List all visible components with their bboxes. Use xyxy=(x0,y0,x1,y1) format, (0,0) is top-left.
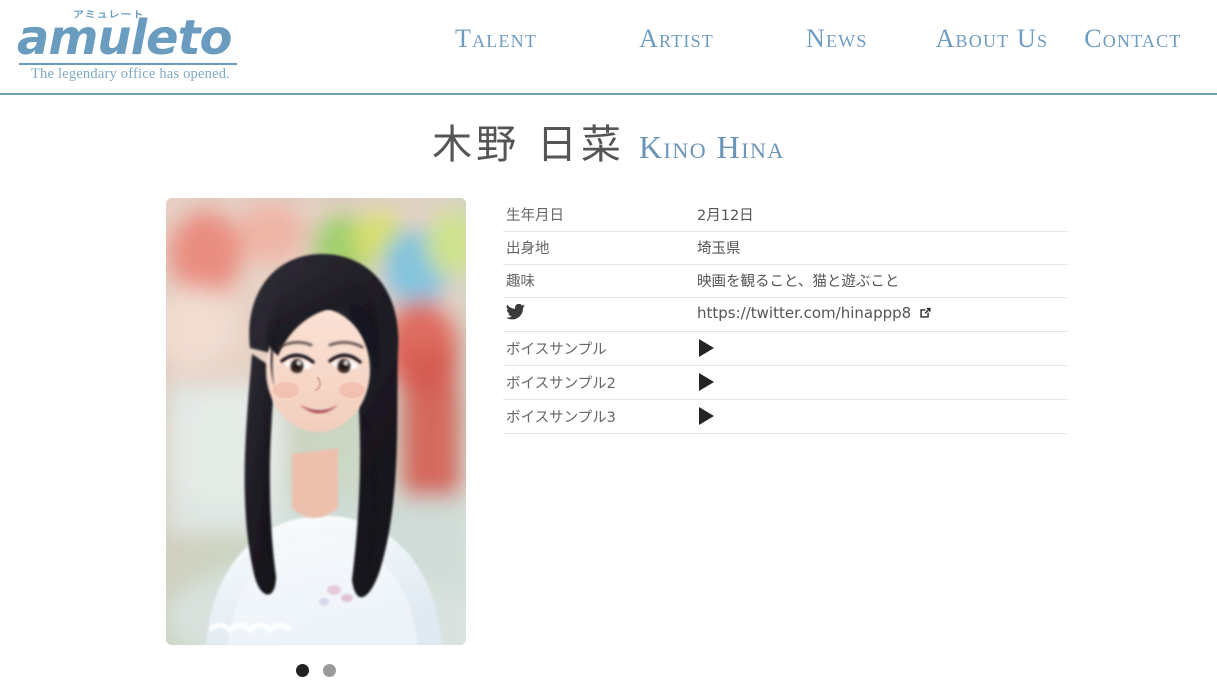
profile-label-hobby: 趣味 xyxy=(506,274,535,290)
photo-column xyxy=(166,198,466,677)
profile-label-birthplace: 出身地 xyxy=(506,241,550,257)
carousel-dot-1[interactable] xyxy=(296,664,309,677)
profile-row-twitter: https://twitter.com/hinappp8 xyxy=(503,297,1067,331)
site-logo[interactable]: アミュレート amuleto The legendary office has … xyxy=(17,6,239,84)
page-title: 木野 日菜 Kino Hina xyxy=(0,112,1217,170)
profile-label-voice-sample-3: ボイスサンプル3 xyxy=(506,409,616,426)
logo-tagline: The legendary office has opened. xyxy=(31,66,230,82)
external-link-icon xyxy=(918,305,933,324)
profile-value-voice-sample-2 xyxy=(695,365,1067,399)
profile-label-twitter xyxy=(503,297,695,331)
profile-row-voice-sample-1: ボイスサンプル xyxy=(503,331,1067,365)
profile-value-birthplace: 埼玉県 xyxy=(697,241,741,257)
page-title-romaji: Kino Hina xyxy=(638,129,785,165)
profile-label-voice-sample-2: ボイスサンプル2 xyxy=(506,375,616,392)
logo-wordmark: amuleto xyxy=(17,10,233,66)
profile-value-twitter: https://twitter.com/hinappp8 xyxy=(695,297,1067,331)
photo-carousel-dots xyxy=(166,664,466,677)
profile-value-voice-sample-1 xyxy=(695,331,1067,365)
play-icon-voice-sample-2[interactable] xyxy=(699,373,714,391)
profile-row-voice-sample-2: ボイスサンプル2 xyxy=(503,365,1067,399)
nav-item-news[interactable]: News xyxy=(806,26,868,52)
play-icon-voice-sample-3[interactable] xyxy=(699,407,714,425)
main-navigation: Talent Artist News About Us Contact xyxy=(455,26,1182,52)
nav-item-contact[interactable]: Contact xyxy=(1084,26,1181,52)
profile-row-birthplace: 出身地 埼玉県 xyxy=(503,231,1067,264)
profile-value-birthday: 2月12日 xyxy=(697,207,754,224)
profile-table: 生年月日 2月12日 出身地 埼玉県 趣味 映画を観ること、猫と遊ぶこと htt… xyxy=(503,198,1067,434)
profile-row-birthday: 生年月日 2月12日 xyxy=(503,198,1067,231)
profile-label-birthday: 生年月日 xyxy=(506,207,564,224)
profile-label-voice-sample-1: ボイスサンプル xyxy=(506,341,607,358)
profile-value-hobby: 映画を観ること、猫と遊ぶこと xyxy=(697,274,900,290)
logo-underline xyxy=(19,63,237,65)
play-icon-voice-sample-1[interactable] xyxy=(699,339,714,357)
twitter-link[interactable]: https://twitter.com/hinappp8 xyxy=(697,304,911,322)
nav-item-about-us[interactable]: About Us xyxy=(936,26,1049,52)
carousel-dot-2[interactable] xyxy=(323,664,336,677)
talent-photo[interactable] xyxy=(166,198,466,645)
twitter-icon xyxy=(506,303,525,324)
nav-item-talent[interactable]: Talent xyxy=(455,26,537,52)
site-header: アミュレート amuleto The legendary office has … xyxy=(0,0,1217,95)
profile-row-hobby: 趣味 映画を観ること、猫と遊ぶこと xyxy=(503,264,1067,297)
page-title-japanese: 木野 日菜 xyxy=(432,122,625,168)
profile-value-voice-sample-3 xyxy=(695,399,1067,433)
nav-item-artist[interactable]: Artist xyxy=(639,26,714,52)
profile-row-voice-sample-3: ボイスサンプル3 xyxy=(503,399,1067,433)
